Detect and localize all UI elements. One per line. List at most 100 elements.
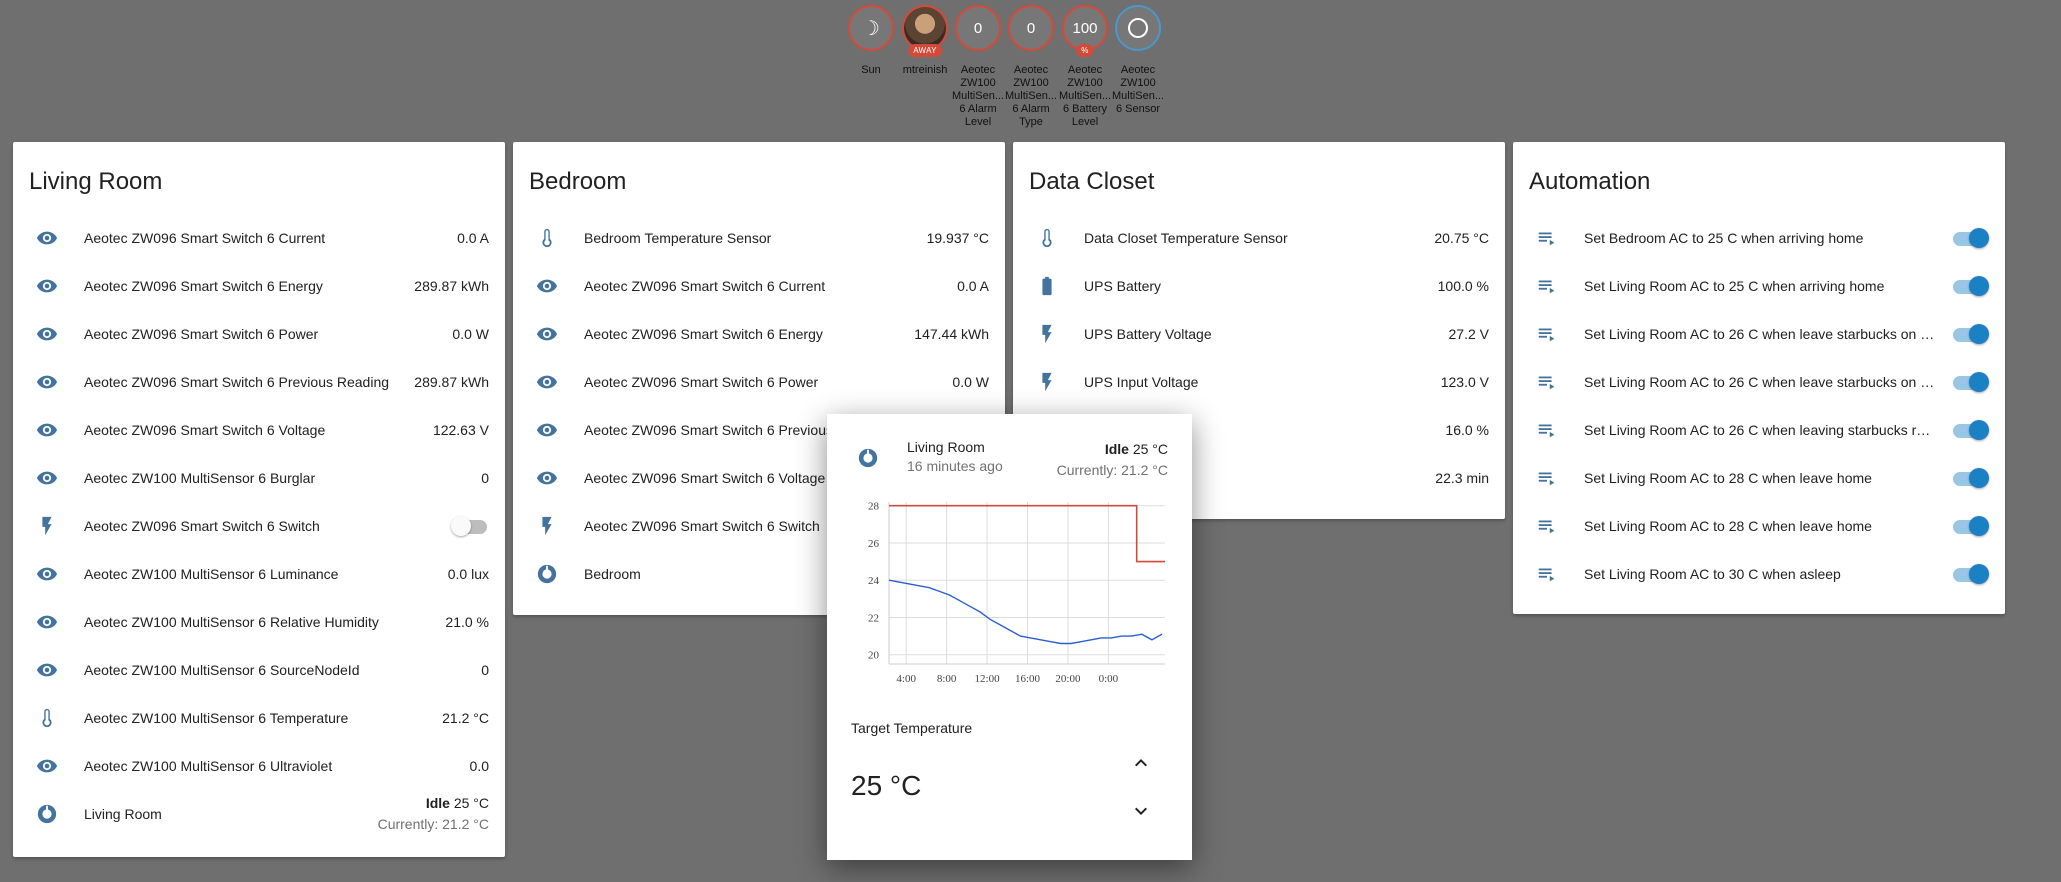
badge-label: Aeotec ZW100 MultiSen... 6 Battery Level [1059, 64, 1111, 128]
target-temperature-value: 25 °C [851, 770, 922, 801]
badge-circle: 0 [955, 5, 1001, 51]
entity-row[interactable]: Aeotec ZW096 Smart Switch 6 Power 0.0 W [13, 310, 505, 358]
entity-row[interactable]: Aeotec ZW096 Smart Switch 6 Switch [13, 502, 505, 550]
entity-name: Aeotec ZW096 Smart Switch 6 Current [584, 278, 826, 294]
entity-value: 289.87 kWh [414, 278, 489, 294]
entity-row[interactable]: Aeotec ZW100 MultiSensor 6 Relative Humi… [13, 598, 505, 646]
climate-row-living-room[interactable]: Living Room Idle 25 °C Currently: 21.2 °… [13, 790, 505, 838]
entity-name: Aeotec ZW096 Smart Switch 6 Power [84, 326, 319, 342]
entity-name: Aeotec ZW100 MultiSensor 6 Burglar [84, 470, 316, 486]
toggle-switch[interactable] [451, 516, 489, 536]
y-tick-label: 20 [868, 650, 880, 662]
entity-row[interactable]: Aeotec ZW096 Smart Switch 6 Voltage 122.6… [13, 406, 505, 454]
automation-icon [1535, 562, 1559, 586]
climate-name: Living Room [84, 806, 162, 822]
entity-value: 289.87 kWh [414, 374, 489, 390]
toggle-switch[interactable] [1951, 372, 1989, 392]
entity-row[interactable]: UPS Battery Voltage 27.2 V [1013, 310, 1505, 358]
x-tick-label: 4:00 [896, 673, 916, 685]
x-tick-label: 16:00 [1015, 673, 1041, 685]
climate-more-info-dialog: Living Room 16 minutes ago Idle 25 °C Cu… [827, 414, 1192, 860]
entity-name: Aeotec ZW100 MultiSensor 6 Temperature [84, 710, 349, 726]
entity-row[interactable]: Aeotec ZW096 Smart Switch 6 Previous Rea… [13, 358, 505, 406]
entity-name: Set Living Room AC to 28 C when leave ho… [1584, 518, 1872, 534]
entity-name: Data Closet Temperature Sensor [1084, 230, 1288, 246]
automation-row[interactable]: Set Living Room AC to 26 C when leaving … [1513, 406, 2005, 454]
entity-name: Set Living Room AC to 26 C when leave st… [1584, 326, 1935, 342]
badge-person[interactable]: AWAY mtreinish [896, 5, 954, 77]
temperature-history-chart[interactable]: 20 22 24 26 28 4:00 8:00 12:00 16:00 20:00 0:00 [851, 498, 1169, 698]
entity-row[interactable]: Aeotec ZW100 MultiSensor 6 SourceNodeId 0 [13, 646, 505, 694]
entity-name: Set Bedroom AC to 25 C when arriving hom… [1584, 230, 1864, 246]
entity-row[interactable]: UPS Battery 100.0 % [1013, 262, 1505, 310]
entity-value: 22.3 min [1435, 470, 1489, 486]
moon-icon: ☽ [862, 17, 880, 40]
entity-row[interactable]: Aeotec ZW100 MultiSensor 6 Burglar 0 [13, 454, 505, 502]
automation-row[interactable]: Set Living Room AC to 30 C when asleep [1513, 550, 2005, 598]
badge-battery-level[interactable]: 100 % Aeotec ZW100 MultiSen... 6 Battery… [1056, 5, 1114, 129]
x-tick-label: 20:00 [1055, 673, 1081, 685]
badge-tag: % [1076, 44, 1094, 57]
entity-name: Aeotec ZW100 MultiSensor 6 Luminance [84, 566, 339, 582]
toggle-knob [1969, 276, 1989, 296]
badge-label: Aeotec ZW100 MultiSen... 6 Alarm Type [1005, 64, 1057, 128]
entity-row[interactable]: UPS Input Voltage 123.0 V [1013, 358, 1505, 406]
badge-sensor[interactable]: Aeotec ZW100 MultiSen... 6 Sensor [1109, 5, 1167, 116]
increase-temperature-button[interactable] [1127, 749, 1155, 777]
badge-label: Sun [861, 64, 881, 76]
toggle-knob [1969, 516, 1989, 536]
card-title: Living Room [29, 168, 163, 195]
thermostat-icon [535, 562, 559, 586]
eye-icon [535, 418, 559, 442]
eye-icon [35, 466, 59, 490]
toggle-switch[interactable] [1951, 420, 1989, 440]
entity-row[interactable]: Aeotec ZW096 Smart Switch 6 Power 0.0 W [513, 358, 1005, 406]
toggle-switch[interactable] [1951, 276, 1989, 296]
eye-icon [35, 658, 59, 682]
entity-row[interactable]: Aeotec ZW100 MultiSensor 6 Luminance 0.0 … [13, 550, 505, 598]
badge-alarm-level[interactable]: 0 Aeotec ZW100 MultiSen... 6 Alarm Level [949, 5, 1007, 129]
automation-row[interactable]: Set Living Room AC to 28 C when leave ho… [1513, 502, 2005, 550]
y-tick-label: 24 [868, 575, 880, 587]
entity-row[interactable]: Aeotec ZW096 Smart Switch 6 Energy 289.87… [13, 262, 505, 310]
x-tick-label: 12:00 [975, 673, 1001, 685]
entity-row[interactable]: Aeotec ZW100 MultiSensor 6 Ultraviolet 0.… [13, 742, 505, 790]
badge-tag: AWAY [908, 44, 942, 57]
toggle-switch[interactable] [1951, 516, 1989, 536]
flash-icon [35, 514, 59, 538]
entity-value: 100.0 % [1437, 278, 1489, 294]
toggle-switch[interactable] [1951, 228, 1989, 248]
toggle-switch[interactable] [1951, 468, 1989, 488]
toggle-switch[interactable] [1951, 324, 1989, 344]
dialog-last-changed: 16 minutes ago [907, 458, 1003, 474]
entity-name: Aeotec ZW096 Smart Switch 6 Current [84, 230, 326, 246]
entity-row[interactable]: Aeotec ZW096 Smart Switch 6 Current 0.0 A [513, 262, 1005, 310]
entity-name: Set Living Room AC to 28 C when leave ho… [1584, 470, 1872, 486]
automation-icon [1535, 418, 1559, 442]
entity-row[interactable]: Bedroom Temperature Sensor 19.937 °C [513, 214, 1005, 262]
badge-alarm-type[interactable]: 0 Aeotec ZW100 MultiSen... 6 Alarm Type [1002, 5, 1060, 129]
automation-icon [1535, 466, 1559, 490]
flash-icon [535, 514, 559, 538]
entity-value: 0.0 A [957, 278, 989, 294]
entity-row[interactable]: Aeotec ZW096 Smart Switch 6 Current 0.0 A [13, 214, 505, 262]
decrease-temperature-button[interactable] [1127, 797, 1155, 825]
entity-row[interactable]: Aeotec ZW100 MultiSensor 6 Temperature 21… [13, 694, 505, 742]
badge-sun[interactable]: ☽ Sun [842, 5, 900, 77]
automation-row[interactable]: Set Living Room AC to 26 C when leave st… [1513, 358, 2005, 406]
toggle-switch[interactable] [1951, 564, 1989, 584]
entity-name: Set Living Room AC to 30 C when asleep [1584, 566, 1841, 582]
badge-bar: ☽ Sun AWAY mtreinish 0 Aeotec ZW100 Mult… [0, 5, 2061, 135]
eye-icon [35, 274, 59, 298]
automation-row[interactable]: Set Living Room AC to 26 C when leave st… [1513, 310, 2005, 358]
chevron-down-icon [1135, 807, 1147, 815]
thermometer-icon [535, 226, 559, 250]
automation-row[interactable]: Set Bedroom AC to 25 C when arriving hom… [1513, 214, 2005, 262]
x-tick-label: 0:00 [1099, 673, 1119, 685]
thermometer-icon [35, 706, 59, 730]
entity-row[interactable]: Data Closet Temperature Sensor 20.75 °C [1013, 214, 1505, 262]
entity-value: 0.0 W [452, 326, 489, 342]
automation-row[interactable]: Set Living Room AC to 25 C when arriving… [1513, 262, 2005, 310]
entity-row[interactable]: Aeotec ZW096 Smart Switch 6 Energy 147.44… [513, 310, 1005, 358]
automation-row[interactable]: Set Living Room AC to 28 C when leave ho… [1513, 454, 2005, 502]
